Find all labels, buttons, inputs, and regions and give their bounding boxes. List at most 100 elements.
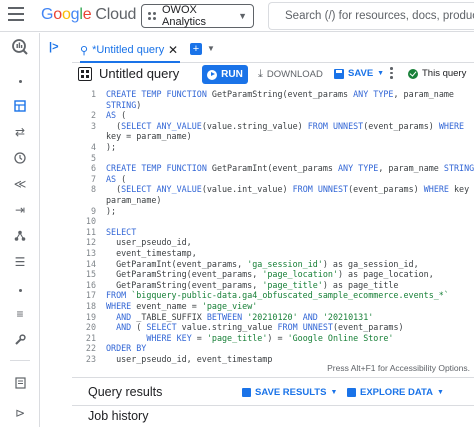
job-history-title: Job history xyxy=(88,409,149,423)
sql-workspace-icon[interactable] xyxy=(10,97,30,115)
code-text[interactable]: AND ( SELECT value.string_value FROM UNN… xyxy=(106,322,403,333)
download-icon: ⤓ xyxy=(258,68,263,80)
hamburger-menu-icon[interactable] xyxy=(8,7,26,23)
code-text[interactable]: CREATE TEMP FUNCTION GetParamInt(event_p… xyxy=(106,163,474,174)
chevron-down-icon: ▼ xyxy=(238,11,247,21)
line-number: 14 xyxy=(85,258,96,269)
line-number: 1 xyxy=(90,89,96,99)
code-text[interactable]: GetParamString(event_params, 'page_title… xyxy=(106,280,398,291)
code-text[interactable]: ORDER BY xyxy=(106,343,146,354)
code-line[interactable]: 12 user_pseudo_id, xyxy=(72,237,474,248)
code-line[interactable]: 10 xyxy=(72,216,474,227)
project-picker[interactable]: OWOX Analytics ▼ xyxy=(141,4,254,28)
job-history-panel[interactable]: Job history xyxy=(72,405,474,427)
bigquery-icon[interactable] xyxy=(10,38,30,56)
code-line[interactable]: 9); xyxy=(72,206,474,217)
run-button[interactable]: RUN xyxy=(202,65,248,84)
code-text[interactable]: WHERE KEY = 'page_title') = 'Google Onli… xyxy=(106,333,393,344)
code-text[interactable]: ); xyxy=(106,142,116,153)
code-text[interactable]: GetParamString(event_params, 'page_locat… xyxy=(106,269,434,280)
save-button[interactable]: SAVE ▼ xyxy=(334,68,384,79)
line-number: 22 xyxy=(85,343,96,354)
project-name: OWOX Analytics xyxy=(162,4,207,28)
code-line[interactable]: param_name) xyxy=(72,195,474,206)
chevron-down-icon[interactable]: ▼ xyxy=(207,44,215,53)
code-line[interactable]: 2 AS ( xyxy=(72,110,474,121)
code-text[interactable]: key = param_name) xyxy=(106,131,192,142)
dataform-icon[interactable]: ⇥ xyxy=(10,201,30,219)
migration-icon[interactable]: ☰ xyxy=(10,253,30,271)
download-button[interactable]: ⤓ DOWNLOAD xyxy=(258,68,323,81)
tab-label: *Untitled query xyxy=(92,44,165,56)
code-line[interactable]: 5 xyxy=(72,153,474,164)
code-line[interactable]: 22 ORDER BY xyxy=(72,343,474,354)
code-line[interactable]: key = param_name) xyxy=(72,131,474,142)
line-number: 2 xyxy=(90,110,96,121)
code-text[interactable]: SELECT xyxy=(106,227,136,238)
code-text[interactable]: event_timestamp, xyxy=(106,248,197,259)
line-number: 3 xyxy=(90,120,96,131)
code-text[interactable]: STRING) xyxy=(106,100,141,111)
close-icon[interactable]: ✕ xyxy=(168,43,178,57)
line-number: 8 xyxy=(90,184,96,195)
code-line[interactable]: 19 AND _TABLE_SUFFIX BETWEEN '20210120' … xyxy=(72,312,474,323)
expand-explorer-icon[interactable]: |> xyxy=(49,41,59,53)
code-line[interactable]: 15 GetParamString(event_params, 'page_lo… xyxy=(72,269,474,280)
explore-data-button[interactable]: EXPLORE DATA ▼ xyxy=(347,387,444,398)
check-circle-icon xyxy=(408,68,418,79)
code-line[interactable]: 4); xyxy=(72,142,474,153)
code-line[interactable]: 17 FROM `bigquery-public-data.ga4_obfusca… xyxy=(72,290,474,301)
scheduled-queries-icon[interactable] xyxy=(10,149,30,167)
code-text[interactable]: user_pseudo_id, xyxy=(106,237,192,248)
line-number: 12 xyxy=(85,237,96,248)
code-line[interactable]: 6 CREATE TEMP FUNCTION GetParamInt(event_… xyxy=(72,163,474,174)
code-text[interactable]: (SELECT ANY_VALUE(value.string_value) FR… xyxy=(106,121,464,132)
line-number: 17 xyxy=(85,290,96,301)
tab-untitled-query[interactable]: ⚲ *Untitled query ✕ xyxy=(80,39,180,63)
search-input[interactable]: Search (/) for resources, docs, products… xyxy=(268,2,474,30)
code-line[interactable]: 18 WHERE event_name = 'page_view' xyxy=(72,301,474,312)
code-line[interactable]: STRING) xyxy=(72,100,474,111)
expand-nav-icon[interactable]: ⊳ xyxy=(10,404,30,422)
code-text[interactable]: CREATE TEMP FUNCTION GetParamString(even… xyxy=(106,89,454,100)
line-number: 16 xyxy=(85,279,96,290)
code-text[interactable]: AS ( xyxy=(106,110,126,121)
code-text[interactable]: param_name) xyxy=(106,195,161,206)
code-text[interactable]: (SELECT ANY_VALUE(value.int_value) FROM … xyxy=(106,184,474,195)
save-results-button[interactable]: SAVE RESULTS ▼ xyxy=(242,387,337,398)
new-query-tab-icon[interactable]: + xyxy=(190,43,202,55)
wrench-icon[interactable] xyxy=(10,331,30,349)
chevron-down-icon: ▼ xyxy=(377,70,385,77)
code-text[interactable]: GetParamInt(event_params, 'ga_session_id… xyxy=(106,259,419,270)
code-line[interactable]: 14 GetParamInt(event_params, 'ga_session… xyxy=(72,259,474,270)
code-text[interactable]: FROM `bigquery-public-data.ga4_obfuscate… xyxy=(106,290,449,301)
code-text[interactable]: WHERE event_name = 'page_view' xyxy=(106,301,257,312)
code-line[interactable]: 20 AND ( SELECT value.string_value FROM … xyxy=(72,322,474,333)
code-text[interactable]: AND _TABLE_SUFFIX BETWEEN '20210120' AND… xyxy=(106,312,373,323)
code-text[interactable]: ); xyxy=(106,206,116,217)
floppy-disk-icon xyxy=(242,388,251,397)
code-line[interactable]: 16 GetParamString(event_params, 'page_ti… xyxy=(72,280,474,291)
top-bar: Google Cloud OWOX Analytics ▼ Search (/) … xyxy=(0,0,474,32)
code-line[interactable]: 11 SELECT xyxy=(72,227,474,238)
code-line[interactable]: 8 (SELECT ANY_VALUE(value.int_value) FRO… xyxy=(72,184,474,195)
data-transfers-icon[interactable]: ⇄ xyxy=(10,123,30,141)
code-line[interactable]: 13 event_timestamp, xyxy=(72,248,474,259)
release-notes-icon[interactable] xyxy=(10,374,30,392)
google-cloud-logo[interactable]: Google Cloud xyxy=(41,6,136,24)
left-nav-rail: ⇄ ≪ ⇥ ☰ ≡ ⊳ xyxy=(0,33,40,427)
chevron-down-icon: ▼ xyxy=(437,389,444,396)
code-line[interactable]: 3 (SELECT ANY_VALUE(value.string_value) … xyxy=(72,121,474,132)
analytics-hub-icon[interactable]: ≪ xyxy=(10,175,30,193)
code-line[interactable]: 21 WHERE KEY = 'page_title') = 'Google O… xyxy=(72,333,474,344)
sql-code-editor[interactable]: 1 CREATE TEMP FUNCTION GetParamString(eve… xyxy=(72,87,474,364)
code-text[interactable]: AS ( xyxy=(106,174,126,185)
query-validator[interactable]: This query xyxy=(408,68,466,79)
code-line[interactable]: 7 AS ( xyxy=(72,174,474,185)
partner-center-icon[interactable] xyxy=(10,227,30,245)
code-line[interactable]: 1 CREATE TEMP FUNCTION GetParamString(eve… xyxy=(72,89,474,100)
monitoring-icon[interactable]: ≡ xyxy=(10,305,30,323)
play-icon xyxy=(207,69,218,80)
more-vert-icon[interactable] xyxy=(390,67,394,81)
line-number: 15 xyxy=(85,269,96,280)
